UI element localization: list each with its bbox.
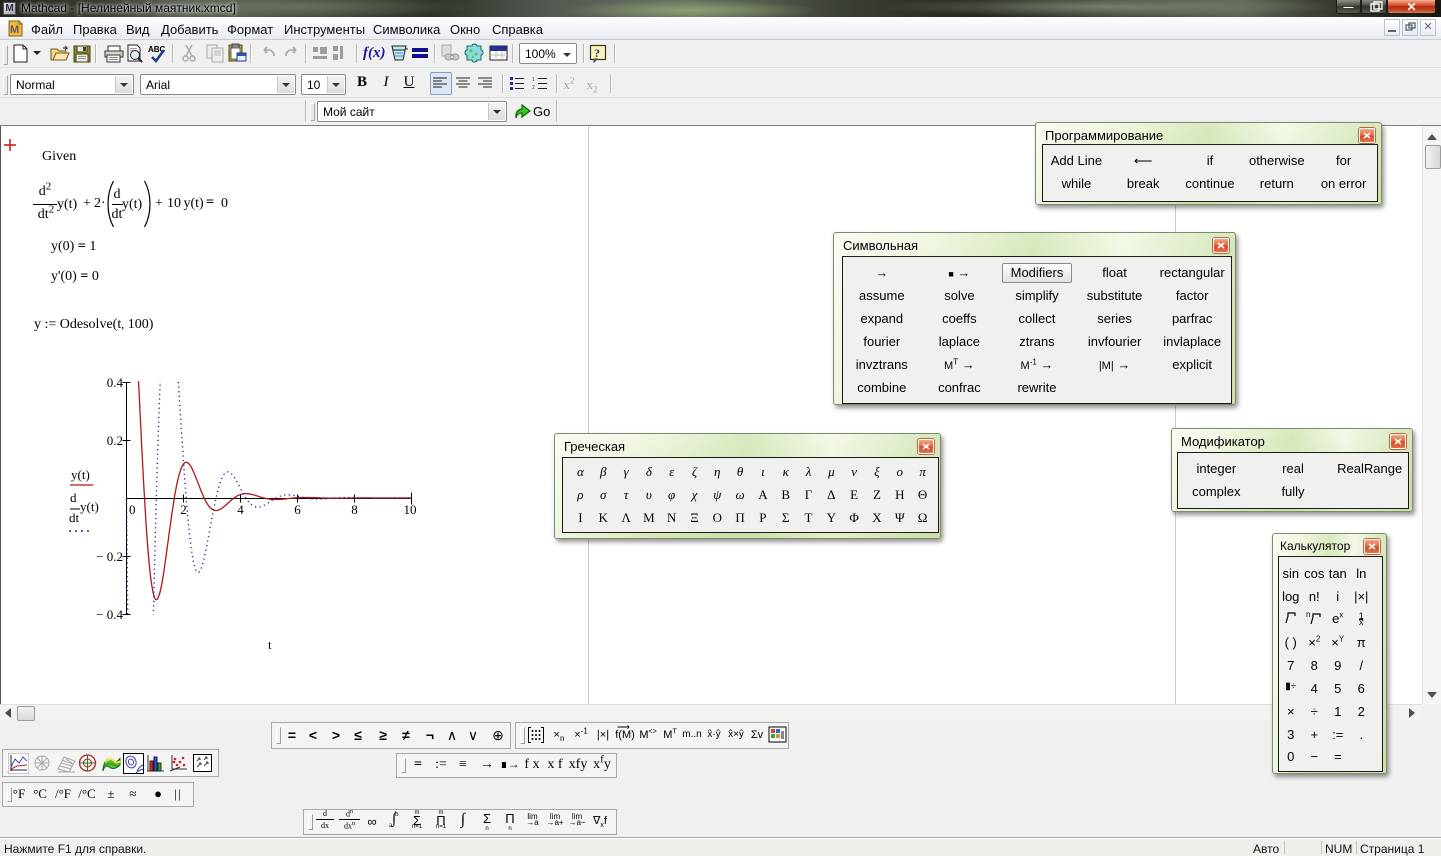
svg-text:y(t): y(t)	[80, 499, 99, 514]
svg-text:0.2: 0.2	[107, 433, 123, 448]
svg-text:n: n	[1306, 611, 1310, 619]
svg-text:10: 10	[404, 502, 417, 517]
svg-text:8: 8	[351, 502, 358, 517]
svg-text:− 0.2: − 0.2	[96, 549, 123, 564]
svg-text:4: 4	[237, 502, 244, 517]
svg-text:2: 2	[180, 502, 187, 517]
svg-text:6: 6	[294, 502, 301, 517]
svg-text:0: 0	[129, 502, 136, 517]
svg-text:0.4: 0.4	[107, 375, 124, 390]
svg-text:− 0.4: − 0.4	[96, 607, 123, 622]
svg-text:d: d	[70, 490, 77, 505]
svg-text:t: t	[268, 637, 272, 652]
svg-text:dt: dt	[69, 510, 80, 525]
svg-text:y(t): y(t)	[71, 467, 90, 482]
